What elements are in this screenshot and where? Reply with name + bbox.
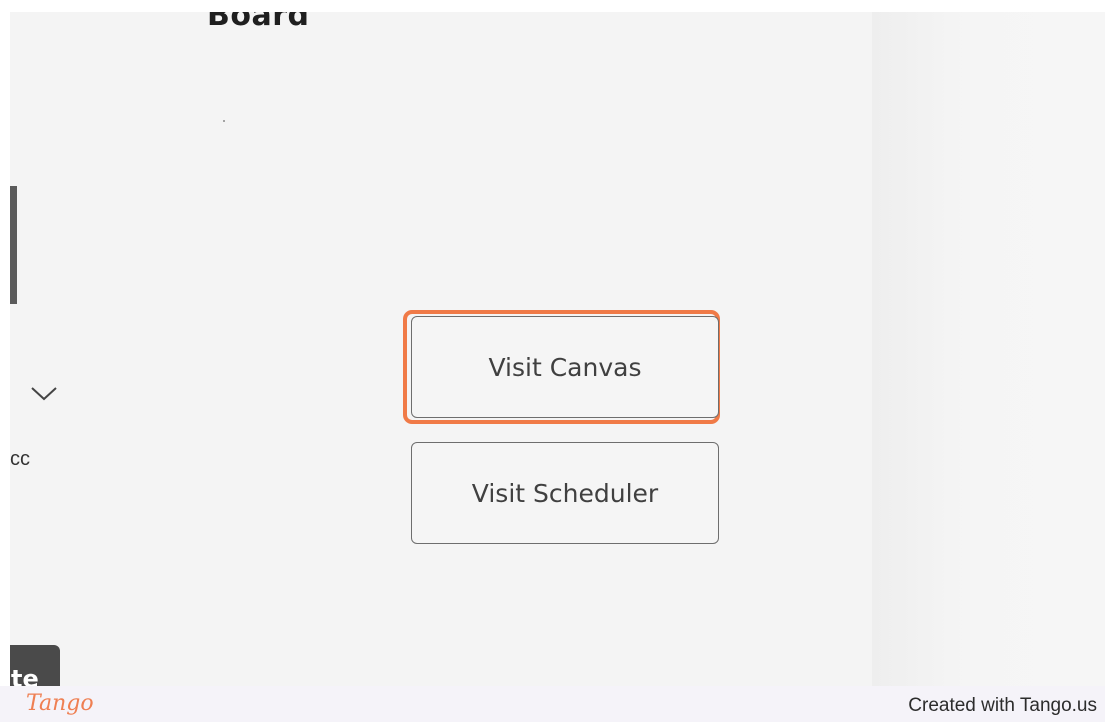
- dot-decoration: [223, 120, 225, 122]
- tango-logo: Tango: [26, 691, 94, 716]
- page-title: Board: [207, 12, 310, 33]
- partial-action-label: te: [11, 665, 39, 686]
- sidebar-partial-text: cc: [10, 448, 30, 470]
- chevron-down-icon[interactable]: [30, 384, 58, 404]
- visit-scheduler-button[interactable]: Visit Scheduler: [411, 442, 719, 544]
- partial-action-button[interactable]: te: [10, 645, 60, 686]
- sidebar-scroll-indicator[interactable]: [10, 186, 17, 304]
- right-panel: [872, 12, 1105, 686]
- credit-text: Created with Tango.us: [908, 695, 1097, 716]
- visit-canvas-button[interactable]: Visit Canvas: [411, 316, 719, 418]
- footer-bar: Tango Created with Tango.us: [0, 686, 1105, 722]
- app-window: Board cc te Visit Canvas Visit Scheduler: [10, 12, 1105, 686]
